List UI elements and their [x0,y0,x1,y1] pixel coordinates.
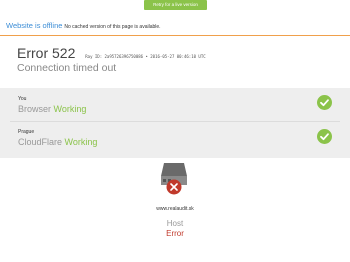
host-label: Host [166,219,184,228]
error-page: Retry for a live version Website is offl… [0,0,350,262]
offline-notice: Website is offline No cached version of … [6,21,161,30]
status-component: Browser [18,104,52,114]
check-icon [317,95,332,110]
ray-id: Ray ID: 2a95726396750086 • 2016-05-27 00… [85,54,206,59]
check-icon [317,129,332,144]
status-working-label: Working [64,137,98,147]
error-header: Error 522 Ray ID: 2a95726396750086 • 201… [17,45,206,74]
status-location: Prague [18,129,35,135]
status-location: You [18,96,27,102]
host-status: Error [166,229,184,238]
status-component: CloudFlare [18,137,63,147]
error-description: Connection timed out [17,62,117,74]
offline-message: No cached version of this page is availa… [64,24,161,30]
retry-live-version-button[interactable]: Retry for a live version [144,0,207,10]
status-divider [10,121,340,122]
status-row-cloudflare: Prague CloudFlare Working [18,129,97,147]
server-error-icon [161,163,187,195]
header-separator [0,35,350,36]
status-working-label: Working [53,104,87,114]
offline-title: Website is offline [6,21,63,30]
error-code: Error 522 [17,45,76,61]
status-row-browser: You Browser Working [18,96,86,114]
host-domain: www.realaudit.sk [156,206,194,212]
